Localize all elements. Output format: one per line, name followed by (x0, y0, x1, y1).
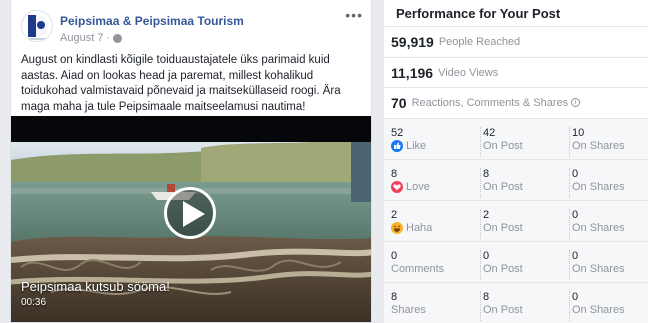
more-options-button[interactable]: ••• (345, 8, 363, 22)
on-shares-value: 0 (572, 250, 579, 262)
total-value: 0 (391, 250, 398, 262)
people-reached-value: 59,919 (391, 33, 434, 50)
total-cell: 8 Shares (391, 291, 476, 321)
on-shares-label: On Shares (572, 140, 625, 152)
page-name-link[interactable]: Peipsimaa & Peipsimaa Tourism (60, 14, 244, 28)
on-post-cell: 0 On Post (480, 250, 565, 280)
post-text: August on kindlasti kõigile toiduaustaja… (21, 54, 341, 113)
on-post-value: 0 (483, 250, 490, 262)
total-cell: 8 Love (391, 168, 476, 198)
post-date[interactable]: August 7 (60, 32, 103, 44)
comments-label: Comments (391, 263, 445, 275)
shares-label: Shares (391, 304, 426, 316)
breakdown-row-love: 8 Love 8 On Post 0 On Shares (384, 159, 648, 200)
on-post-value: 42 (483, 127, 496, 139)
haha-label: Haha (406, 222, 433, 234)
on-post-label: On Post (483, 222, 523, 234)
love-icon (391, 181, 403, 193)
on-post-label: On Post (483, 140, 523, 152)
love-label: Love (406, 181, 430, 193)
on-shares-label: On Shares (572, 181, 625, 193)
on-shares-cell: 0 On Shares (569, 168, 647, 198)
total-label-wrap: Love (391, 180, 476, 194)
total-label-wrap: Haha (391, 221, 476, 235)
total-label-wrap: Like (391, 139, 476, 153)
engagement-breakdown: 52 Like 42 On Post 10 On Shares 8 Love 8… (384, 118, 648, 323)
meta-separator: · (106, 32, 111, 44)
performance-panel: Performance for Your Post 59,919 People … (384, 0, 648, 323)
video-views-row[interactable]: 11,196 Video Views (384, 57, 648, 87)
total-value: 2 (391, 209, 398, 221)
on-post-label: On Post (483, 304, 523, 316)
reactions-label: Reactions, Comments & Shares (411, 96, 569, 109)
on-shares-label: On Shares (572, 263, 625, 275)
on-shares-value: 0 (572, 291, 579, 303)
on-post-cell: 2 On Post (480, 209, 565, 239)
on-post-value: 2 (483, 209, 490, 221)
on-post-label: On Post (483, 181, 523, 193)
on-shares-cell: 0 On Shares (569, 250, 647, 280)
play-icon (183, 201, 205, 227)
play-button[interactable] (164, 187, 216, 239)
breakdown-row-shares: 8 Shares 8 On Post 0 On Shares (384, 282, 648, 323)
on-post-value: 8 (483, 168, 490, 180)
total-cell: 2 Haha (391, 209, 476, 239)
total-value: 52 (391, 127, 404, 139)
on-shares-value: 10 (572, 127, 585, 139)
video-caption: Peipsimaa kutsub sööma! (21, 279, 170, 294)
video-player[interactable]: Peipsimaa kutsub sööma! 00:36 (11, 116, 371, 322)
people-reached-row[interactable]: 59,919 People Reached (384, 26, 648, 56)
on-shares-cell: 10 On Shares (569, 127, 647, 157)
on-post-cell: 8 On Post (480, 168, 565, 198)
total-value: 8 (391, 168, 398, 180)
post-card: Peipsimaa & Peipsimaa Tourism August 7 ·… (10, 0, 372, 323)
globe-icon (113, 33, 123, 43)
video-views-label: Video Views (438, 66, 499, 79)
total-value: 8 (391, 291, 398, 303)
breakdown-row-like: 52 Like 42 On Post 10 On Shares (384, 118, 648, 159)
reactions-value: 70 (391, 94, 407, 111)
on-post-cell: 42 On Post (480, 127, 565, 157)
page-avatar[interactable] (21, 10, 53, 42)
breakdown-row-haha: 2 Haha 2 On Post 0 On Shares (384, 200, 648, 241)
haha-icon (391, 222, 403, 234)
on-post-label: On Post (483, 263, 523, 275)
reactions-row[interactable]: 70 Reactions, Comments & Shares i (384, 87, 648, 117)
total-cell: 0 Comments (391, 250, 476, 280)
on-shares-label: On Shares (572, 222, 625, 234)
people-reached-label: People Reached (438, 35, 521, 48)
post-meta: August 7 · (60, 32, 123, 44)
breakdown-row-comments: 0 Comments 0 On Post 0 On Shares (384, 241, 648, 282)
like-label: Like (406, 140, 427, 152)
on-post-value: 8 (483, 291, 490, 303)
on-shares-label: On Shares (572, 304, 625, 316)
video-duration: 00:36 (21, 297, 47, 308)
like-icon (391, 140, 403, 152)
on-shares-cell: 0 On Shares (569, 291, 647, 321)
info-icon[interactable]: i (571, 98, 581, 107)
on-shares-value: 0 (572, 168, 579, 180)
on-post-cell: 8 On Post (480, 291, 565, 321)
post-header: Peipsimaa & Peipsimaa Tourism August 7 ·… (11, 0, 371, 50)
on-shares-value: 0 (572, 209, 579, 221)
on-shares-cell: 0 On Shares (569, 209, 647, 239)
total-cell: 52 Like (391, 127, 476, 157)
performance-title: Performance for Your Post (396, 6, 561, 21)
video-views-value: 11,196 (391, 64, 434, 81)
